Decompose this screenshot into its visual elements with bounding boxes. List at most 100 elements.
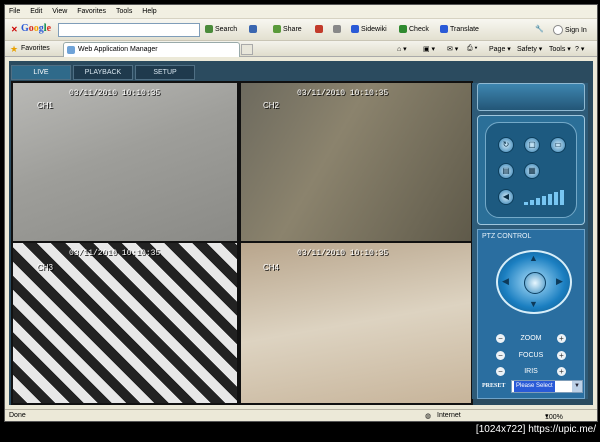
ptz-down-icon[interactable]: ▼	[529, 300, 538, 309]
page-menu[interactable]: Page ▾	[489, 45, 511, 53]
camera-view-ch2[interactable]: 03/11/2010 10:10:35 CH2	[239, 81, 473, 243]
sidewiki-icon	[351, 25, 359, 33]
camera-channel-label: CH1	[37, 101, 54, 110]
menu-tools[interactable]: Tools	[116, 8, 132, 15]
ptz-control-panel: PTZ CONTROL ▲ ▼ ◀ ▶ − ZOOM + − FOCUS + −…	[477, 229, 585, 399]
share-icon	[273, 25, 281, 33]
menu-bar: File Edit View Favorites Tools Help	[5, 5, 597, 19]
view-controls-inner: ↻ ▢ ▭ ▤ ▦ ◀	[485, 122, 577, 218]
signin-button[interactable]: Sign In	[553, 25, 587, 35]
quad-view-icon[interactable]: ▦	[524, 163, 540, 179]
signin-icon	[553, 25, 563, 35]
home-icon[interactable]: ⌂ ▾	[397, 45, 407, 53]
fullscreen-icon[interactable]: ▭	[550, 137, 566, 153]
speaker-icon[interactable]: ◀	[498, 189, 514, 205]
bookmark-icon	[315, 25, 323, 33]
search-icon	[205, 25, 213, 33]
check-icon	[399, 25, 407, 33]
page-icon	[333, 25, 341, 33]
google-toolbar: ✕ Google Search Share Sidewiki Check Tra…	[5, 19, 597, 41]
tab-live[interactable]: LIVE	[11, 65, 71, 80]
camera-channel-label: CH3	[37, 263, 54, 272]
internet-zone-icon: ◍	[425, 413, 432, 420]
menu-edit[interactable]: Edit	[30, 8, 42, 15]
check-button[interactable]: Check	[399, 25, 429, 33]
camera-timestamp: 03/11/2010 10:10:35	[69, 89, 161, 98]
control-panel: ↻ ▢ ▭ ▤ ▦ ◀ PTZ CONTROL ▲ ▼ ◀ ▶ − ZOOM +…	[472, 83, 588, 399]
ptz-direction-pad[interactable]: ▲ ▼ ◀ ▶	[496, 250, 572, 314]
tab-playback[interactable]: PLAYBACK	[73, 65, 133, 80]
iris-plus-button[interactable]: +	[557, 367, 566, 376]
focus-label: FOCUS	[518, 352, 544, 359]
ptz-up-icon[interactable]: ▲	[529, 254, 538, 263]
iris-label: IRIS	[524, 368, 538, 375]
page-favicon-icon	[67, 46, 75, 54]
tab-title: Web Application Manager	[78, 46, 158, 53]
bookmark-button[interactable]	[315, 25, 325, 33]
share-button[interactable]: Share	[273, 25, 302, 33]
safety-menu[interactable]: Safety ▾	[517, 45, 542, 53]
favorites-bar: ★ Favorites Web Application Manager ⌂ ▾ …	[5, 41, 597, 57]
single-view-icon[interactable]: ▢	[524, 137, 540, 153]
camera-timestamp: 03/11/2010 10:10:35	[69, 249, 161, 258]
camera-view-ch4[interactable]: 03/11/2010 10:10:35 CH4	[239, 241, 473, 405]
menu-file[interactable]: File	[9, 8, 20, 15]
preset-selected-value: Please Select	[514, 381, 555, 392]
feeds-icon[interactable]: ▣ ▾	[423, 45, 435, 53]
favorites-star-icon[interactable]: ★	[10, 44, 18, 55]
browser-window: File Edit View Favorites Tools Help ✕ Go…	[4, 4, 598, 422]
control-header	[477, 83, 585, 111]
help-icon[interactable]: ? ▾	[575, 45, 584, 53]
status-bar: Done ◍ Internet 100% ▾	[5, 409, 597, 421]
google-logo: Google	[21, 23, 52, 34]
record-icon[interactable]: ▤	[498, 163, 514, 179]
ptz-center-button[interactable]	[524, 272, 546, 294]
refresh-icon[interactable]: ↻	[498, 137, 514, 153]
puzzle-button[interactable]	[249, 25, 259, 33]
tab-setup[interactable]: SETUP	[135, 65, 195, 80]
tools-menu[interactable]: Tools ▾	[549, 45, 571, 53]
ptz-left-icon[interactable]: ◀	[502, 277, 509, 286]
menu-view[interactable]: View	[52, 8, 67, 15]
focus-control: − FOCUS +	[496, 351, 566, 361]
camera-channel-label: CH4	[263, 263, 280, 272]
zoom-control: − ZOOM +	[496, 334, 566, 344]
wrench-icon[interactable]: 🔧	[535, 25, 544, 33]
new-tab-button[interactable]	[241, 44, 253, 55]
zoom-in-button[interactable]: +	[557, 334, 566, 343]
search-button[interactable]: Search	[205, 25, 237, 33]
camera-view-ch3[interactable]: 03/11/2010 10:10:35 CH3	[11, 241, 239, 405]
camera-timestamp: 03/11/2010 10:10:35	[297, 249, 389, 258]
print-icon[interactable]: ⎙ ▾	[467, 45, 478, 53]
mail-icon[interactable]: ✉ ▾	[447, 45, 458, 53]
preset-label: PRESET	[482, 383, 506, 389]
image-caption: [1024x722] https://upic.me/	[475, 424, 596, 435]
zoom-label: ZOOM	[520, 335, 542, 342]
puzzle-icon	[249, 25, 257, 33]
camera-view-ch1[interactable]: 03/11/2010 10:10:35 CH1	[11, 81, 239, 243]
translate-button[interactable]: Translate	[440, 25, 479, 33]
browser-tab[interactable]: Web Application Manager	[63, 42, 240, 57]
page-button[interactable]	[333, 25, 343, 33]
status-text: Done	[9, 412, 26, 419]
google-search-input[interactable]	[58, 23, 200, 37]
camera-timestamp: 03/11/2010 10:10:35	[297, 89, 389, 98]
chevron-down-icon[interactable]: ▼	[572, 381, 582, 392]
ptz-title: PTZ CONTROL	[482, 233, 532, 240]
translate-icon	[440, 25, 448, 33]
sidewiki-button[interactable]: Sidewiki	[351, 25, 387, 33]
menu-favorites[interactable]: Favorites	[77, 8, 106, 15]
view-controls: ↻ ▢ ▭ ▤ ▦ ◀	[477, 115, 585, 225]
volume-slider[interactable]	[524, 189, 570, 205]
close-toolbar-icon[interactable]: ✕	[11, 25, 18, 34]
ptz-right-icon[interactable]: ▶	[556, 277, 563, 286]
favorites-button[interactable]: Favorites	[21, 45, 50, 52]
web-app: LIVE PLAYBACK SETUP 03/11/2010 10:10:35 …	[9, 61, 593, 405]
zone-label: Internet	[437, 412, 461, 419]
iris-control: − IRIS +	[496, 367, 566, 377]
menu-help[interactable]: Help	[142, 8, 156, 15]
camera-channel-label: CH2	[263, 101, 280, 110]
zoom-level[interactable]: 100% ▾	[545, 412, 563, 421]
focus-plus-button[interactable]: +	[557, 351, 566, 360]
preset-select[interactable]: Please Select ▼	[511, 380, 583, 393]
